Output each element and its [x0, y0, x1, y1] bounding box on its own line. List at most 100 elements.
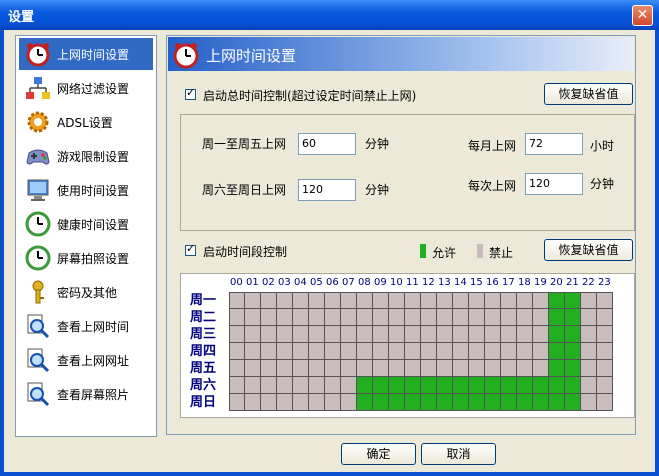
schedule-cell[interactable]: [341, 360, 357, 377]
ok-button[interactable]: 确定: [341, 443, 416, 465]
schedule-cell[interactable]: [469, 360, 485, 377]
schedule-cell[interactable]: [261, 343, 277, 360]
schedule-cell[interactable]: [309, 326, 325, 343]
sidebar-item[interactable]: 上网时间设置: [19, 38, 153, 70]
schedule-cell[interactable]: [485, 394, 501, 411]
schedule-cell[interactable]: [597, 360, 613, 377]
schedule-cell[interactable]: [357, 360, 373, 377]
schedule-cell[interactable]: [229, 377, 245, 394]
schedule-cell[interactable]: [485, 343, 501, 360]
schedule-cell[interactable]: [469, 309, 485, 326]
schedule-cell[interactable]: [357, 377, 373, 394]
schedule-cell[interactable]: [533, 343, 549, 360]
schedule-cell[interactable]: [293, 343, 309, 360]
sidebar-item[interactable]: 查看屏幕照片: [19, 378, 153, 410]
schedule-cell[interactable]: [309, 394, 325, 411]
schedule-cell[interactable]: [501, 326, 517, 343]
schedule-cell[interactable]: [309, 377, 325, 394]
schedule-cell[interactable]: [437, 292, 453, 309]
schedule-cell[interactable]: [581, 309, 597, 326]
period-control-checkbox[interactable]: [185, 242, 196, 256]
schedule-cell[interactable]: [261, 377, 277, 394]
restore-default-button-2[interactable]: 恢复缺省值: [544, 239, 633, 261]
schedule-cell[interactable]: [277, 377, 293, 394]
schedule-cell[interactable]: [357, 292, 373, 309]
schedule-cell[interactable]: [549, 360, 565, 377]
schedule-cell[interactable]: [469, 326, 485, 343]
schedule-cell[interactable]: [357, 309, 373, 326]
schedule-cell[interactable]: [549, 377, 565, 394]
schedule-cell[interactable]: [581, 343, 597, 360]
schedule-cell[interactable]: [389, 309, 405, 326]
schedule-cell[interactable]: [549, 326, 565, 343]
schedule-cell[interactable]: [421, 343, 437, 360]
schedule-cell[interactable]: [405, 360, 421, 377]
schedule-cell[interactable]: [373, 292, 389, 309]
schedule-cell[interactable]: [293, 394, 309, 411]
schedule-cell[interactable]: [325, 394, 341, 411]
schedule-cell[interactable]: [581, 292, 597, 309]
monthly-hours-input[interactable]: 72: [525, 133, 583, 155]
schedule-cell[interactable]: [373, 309, 389, 326]
schedule-cell[interactable]: [533, 360, 549, 377]
schedule-cell[interactable]: [421, 394, 437, 411]
schedule-cell[interactable]: [229, 326, 245, 343]
schedule-cell[interactable]: [309, 360, 325, 377]
schedule-cell[interactable]: [501, 394, 517, 411]
schedule-cell[interactable]: [293, 360, 309, 377]
schedule-cell[interactable]: [245, 377, 261, 394]
schedule-cell[interactable]: [469, 377, 485, 394]
restore-default-button-1[interactable]: 恢复缺省值: [544, 83, 633, 105]
schedule-cell[interactable]: [293, 326, 309, 343]
schedule-cell[interactable]: [389, 326, 405, 343]
schedule-cell[interactable]: [293, 377, 309, 394]
schedule-cell[interactable]: [565, 343, 581, 360]
schedule-cell[interactable]: [597, 326, 613, 343]
schedule-cell[interactable]: [437, 360, 453, 377]
schedule-cell[interactable]: [373, 343, 389, 360]
schedule-cell[interactable]: [341, 326, 357, 343]
schedule-cell[interactable]: [501, 309, 517, 326]
schedule-cell[interactable]: [309, 343, 325, 360]
total-control-checkbox[interactable]: [185, 86, 196, 100]
schedule-cell[interactable]: [453, 343, 469, 360]
schedule-cell[interactable]: [469, 343, 485, 360]
schedule-cell[interactable]: [517, 394, 533, 411]
schedule-cell[interactable]: [485, 360, 501, 377]
schedule-cell[interactable]: [309, 309, 325, 326]
schedule-cell[interactable]: [245, 394, 261, 411]
schedule-cell[interactable]: [261, 394, 277, 411]
schedule-cell[interactable]: [389, 292, 405, 309]
schedule-cell[interactable]: [325, 309, 341, 326]
schedule-cell[interactable]: [581, 377, 597, 394]
schedule-cell[interactable]: [517, 292, 533, 309]
schedule-cell[interactable]: [421, 309, 437, 326]
schedule-cell[interactable]: [469, 292, 485, 309]
schedule-cell[interactable]: [229, 343, 245, 360]
schedule-cell[interactable]: [325, 326, 341, 343]
schedule-cell[interactable]: [517, 377, 533, 394]
schedule-cell[interactable]: [389, 343, 405, 360]
schedule-cell[interactable]: [293, 292, 309, 309]
schedule-cell[interactable]: [325, 360, 341, 377]
schedule-cell[interactable]: [373, 377, 389, 394]
schedule-cell[interactable]: [485, 309, 501, 326]
schedule-cell[interactable]: [453, 377, 469, 394]
schedule-cell[interactable]: [565, 377, 581, 394]
schedule-cell[interactable]: [229, 360, 245, 377]
schedule-cell[interactable]: [277, 292, 293, 309]
per-session-minutes-input[interactable]: 120: [525, 173, 583, 195]
schedule-cell[interactable]: [501, 292, 517, 309]
schedule-cell[interactable]: [565, 292, 581, 309]
schedule-cell[interactable]: [357, 394, 373, 411]
schedule-cell[interactable]: [245, 326, 261, 343]
schedule-cell[interactable]: [405, 394, 421, 411]
schedule-cell[interactable]: [533, 292, 549, 309]
schedule-cell[interactable]: [533, 326, 549, 343]
schedule-cell[interactable]: [437, 343, 453, 360]
schedule-cell[interactable]: [565, 394, 581, 411]
schedule-cell[interactable]: [453, 292, 469, 309]
schedule-cell[interactable]: [373, 326, 389, 343]
schedule-cell[interactable]: [261, 360, 277, 377]
sidebar-item[interactable]: ADSL设置: [19, 106, 153, 138]
